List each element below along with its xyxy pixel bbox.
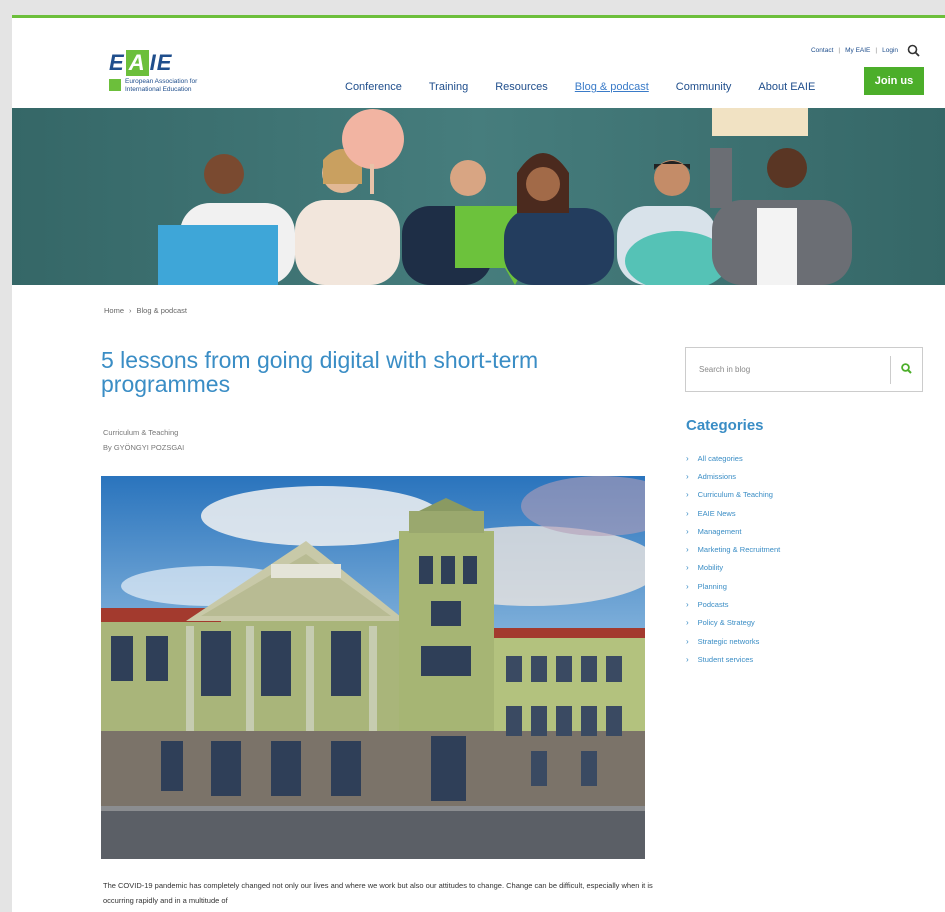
logo-letter-a: A — [125, 50, 149, 76]
categories-list: › All categories › Admissions › Curriculum … — [686, 449, 780, 669]
logo-subtitle-line1: European Association for — [125, 78, 198, 85]
util-separator: | — [838, 47, 841, 54]
article-body: The COVID-19 pandemic has completely cha… — [103, 881, 653, 905]
nav-item-training[interactable]: Training — [429, 81, 468, 93]
nav-item-community[interactable]: Community — [676, 81, 732, 93]
logo-subtitle-line2: International Education — [125, 86, 192, 93]
chevron-right-icon: › — [686, 453, 689, 463]
logo-subtitle: European Association for International E… — [109, 78, 249, 94]
chevron-right-icon: › — [686, 490, 689, 500]
category-item-strategic-networks[interactable]: › Strategic networks — [686, 632, 780, 650]
hero-banner-image — [12, 108, 945, 285]
logo-letters-ie: IE — [149, 50, 173, 75]
search-icon[interactable] — [907, 44, 920, 57]
article-image — [101, 476, 645, 859]
category-item-curriculum[interactable]: › Curriculum & Teaching — [686, 486, 780, 504]
nav-item-blog-podcast[interactable]: Blog & podcast — [575, 81, 649, 93]
category-item-podcasts[interactable]: › Podcasts — [686, 595, 780, 613]
chevron-right-icon: › — [686, 581, 689, 591]
search-icon — [901, 362, 912, 377]
breadcrumb-current[interactable]: Blog & podcast — [137, 306, 187, 315]
university-building-photo — [101, 476, 645, 859]
category-item-student-services[interactable]: › Student services — [686, 650, 780, 668]
category-item-management[interactable]: › Management — [686, 522, 780, 540]
nav-item-conference[interactable]: Conference — [345, 81, 402, 93]
article-meta: Curriculum & Teaching By GYÖNGYI POZSGAI — [103, 425, 184, 455]
category-item-mobility[interactable]: › Mobility — [686, 559, 780, 577]
eaie-logo[interactable]: E A IE European Association for Internatio… — [109, 50, 249, 100]
top-accent-line — [12, 15, 945, 18]
category-item-eaie-news[interactable]: › EAIE News — [686, 504, 780, 522]
utility-links: Contact | My EAIE | Login — [811, 44, 920, 57]
breadcrumb-separator: › — [129, 306, 132, 315]
page: E A IE European Association for Internatio… — [12, 15, 945, 912]
category-item-marketing[interactable]: › Marketing & Recruitment — [686, 540, 780, 558]
breadcrumb-home[interactable]: Home — [104, 306, 124, 315]
category-item-planning[interactable]: › Planning — [686, 577, 780, 595]
chevron-right-icon: › — [686, 636, 689, 646]
blog-search-button[interactable] — [890, 355, 922, 384]
contact-link[interactable]: Contact — [811, 47, 833, 54]
chevron-right-icon: › — [686, 600, 689, 610]
util-separator: | — [875, 47, 878, 54]
categories-heading: Categories — [686, 417, 764, 434]
chevron-right-icon: › — [686, 618, 689, 628]
chevron-right-icon: › — [686, 563, 689, 573]
hero-illustration — [12, 108, 945, 285]
main-nav: Conference Training Resources Blog & pod… — [345, 81, 842, 93]
category-item-policy[interactable]: › Policy & Strategy — [686, 614, 780, 632]
breadcrumb: Home › Blog & podcast — [104, 306, 187, 315]
article-title: 5 lessons from going digital with short-… — [101, 347, 539, 397]
article-author: By GYÖNGYI POZSGAI — [103, 443, 185, 452]
category-item-all[interactable]: › All categories — [686, 449, 780, 467]
join-us-button[interactable]: Join us — [864, 67, 924, 95]
logo-square-icon — [109, 79, 121, 91]
blog-search-input[interactable] — [686, 348, 890, 391]
chevron-right-icon: › — [686, 545, 689, 555]
chevron-right-icon: › — [686, 526, 689, 536]
category-item-admissions[interactable]: › Admissions — [686, 467, 780, 485]
nav-item-about[interactable]: About EAIE — [758, 81, 815, 93]
nav-item-resources[interactable]: Resources — [495, 81, 548, 93]
chevron-right-icon: › — [686, 471, 689, 481]
login-link[interactable]: Login — [882, 47, 898, 54]
article-category[interactable]: Curriculum & Teaching — [103, 425, 184, 440]
logo-letter-e: E — [109, 50, 125, 75]
logo-mark: E A IE — [109, 50, 249, 76]
blog-search — [685, 347, 923, 392]
chevron-right-icon: › — [686, 654, 689, 664]
my-eaie-link[interactable]: My EAIE — [845, 47, 870, 54]
chevron-right-icon: › — [686, 508, 689, 518]
